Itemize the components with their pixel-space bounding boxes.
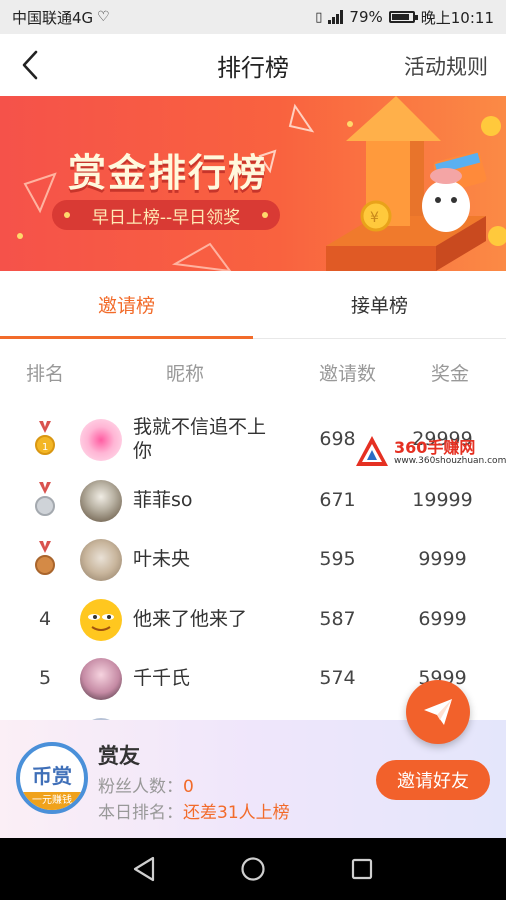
circle-home-icon[interactable] [240,856,266,882]
nav-bar: 排行榜 活动规则 [0,34,506,96]
vibrate-icon: ▯ [315,9,323,25]
today-rank-line: 本日排名：还差31人上榜 [98,798,290,823]
header-nickname: 昵称 [165,362,204,385]
invite-count: 574 [319,667,356,689]
chevron-left-icon [22,50,38,80]
rank-number: 5 [38,667,52,689]
watermark-text: 360手赚网 [394,438,476,457]
ranking-tabs: 邀请榜 接单榜 [0,271,506,339]
nickname: 叶未央 [133,548,191,570]
table-row[interactable]: 菲菲so 671 19999 [0,470,506,530]
page-title: 排行榜 [217,53,289,82]
nickname: 他来了他来了 [133,608,248,630]
tab-invite-ranking[interactable]: 邀请榜 [0,271,253,339]
rank-number: 4 [38,608,52,630]
battery-percent: 79% [349,8,383,26]
avatar [80,480,122,522]
watermark: 360手赚网 www.360shouzhuan.com [354,432,506,472]
carrier-label: 中国联通4G [12,8,94,27]
avatar [80,419,122,461]
svg-text:1: 1 [42,442,48,453]
activity-rules-link[interactable]: 活动规则 [404,51,488,81]
watermark-logo-icon [356,436,388,466]
bounty-banner: 赏金排行榜 早日上榜--早日领奖 ¥ [0,96,506,271]
logo-text: 币赏 [32,764,72,788]
invite-count: 587 [319,608,356,630]
trophy-illustration: ¥ [326,96,506,271]
svg-text:¥: ¥ [370,210,379,226]
banner-title: 赏金排行榜 [68,151,269,195]
header-rank: 排名 [25,362,64,385]
system-nav-bar [0,838,506,900]
invite-friends-button[interactable]: 邀请好友 [376,760,490,800]
bonus-amount: 9999 [418,548,467,570]
share-fab-button[interactable] [406,680,470,744]
banner-subtitle: 早日上榜--早日领奖 [52,200,280,230]
status-bar: 中国联通4G ♡ ▯ 79% 晚上10:11 [0,0,506,34]
rank-label: 本日排名： [98,803,183,823]
fans-label: 粉丝人数： [98,777,183,797]
logo-strip: 一元赚钱 [20,792,84,810]
battery-icon [388,11,418,23]
nickname: 菲菲so [133,489,193,511]
signal-icon [328,10,344,24]
table-row[interactable]: 4 他来了他来了 587 6999 [0,589,506,649]
medal-gold-icon: 1 [0,409,90,469]
square-recent-icon[interactable] [350,857,374,881]
invite-count: 595 [319,548,356,570]
bonus-amount: 19999 [412,489,473,511]
paper-plane-icon [424,699,452,725]
avatar [80,599,122,641]
nickname: 我就不信追不上你 [133,416,267,462]
watermark-url: www.360shouzhuan.com [394,456,506,466]
medal-bronze-icon [0,529,90,589]
fans-value: 0 [183,777,194,797]
table-row[interactable]: 叶未央 595 9999 [0,529,506,589]
avatar [80,539,122,581]
avatar [80,658,122,700]
rank-value: 还差31人上榜 [183,803,290,823]
tab-order-ranking[interactable]: 接单榜 [253,271,506,338]
app-logo: 币赏 一元赚钱 [16,742,88,814]
invite-count: 671 [319,489,356,511]
bonus-amount: 6999 [418,608,467,630]
clock: 晚上10:11 [420,8,494,27]
triangle-back-icon[interactable] [132,856,156,882]
header-bonus: 奖金 [430,362,469,385]
medal-silver-icon [0,470,90,530]
back-button[interactable] [14,49,46,81]
table-header: 排名 昵称 邀请数 奖金 [0,340,506,404]
user-name: 赏友 [98,744,140,768]
nickname: 千千氏 [133,667,191,689]
header-invites: 邀请数 [318,362,376,385]
heart-icon: ♡ [97,9,110,25]
fans-count-line: 粉丝人数：0 [98,772,194,797]
